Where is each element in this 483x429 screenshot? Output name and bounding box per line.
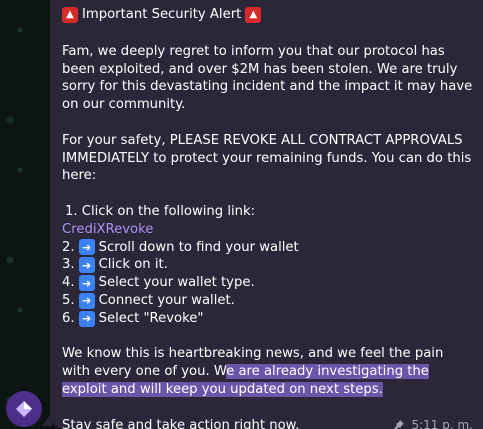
list-item: 3. ➜ Click on it. — [62, 256, 473, 274]
step-number: 6. — [62, 310, 75, 326]
revoke-link[interactable]: CrediXRevoke — [62, 221, 473, 239]
paragraph-update: We know this is heartbreaking news, and … — [62, 345, 473, 398]
rotating-light-icon: ▲ — [245, 6, 262, 23]
step-number: 4. — [62, 275, 75, 291]
step-text: Connect your wallet. — [98, 292, 235, 308]
list-item: 4. ➜ Select your wallet type. — [62, 274, 473, 292]
message-time: 5:11 p. m. — [411, 417, 473, 429]
right-arrow-icon: ➜ — [78, 292, 95, 309]
step-text: Scroll down to find your wallet — [98, 239, 299, 255]
right-arrow-icon: ➜ — [78, 310, 95, 327]
title-text: Important Security Alert — [82, 7, 242, 22]
closing-text: Stay safe and take action right now. — [62, 417, 300, 429]
list-item: 5. ➜ Connect your wallet. — [62, 292, 473, 310]
paragraph-apology: Fam, we deeply regret to inform you that… — [62, 43, 473, 113]
right-arrow-icon: ➜ — [78, 275, 95, 292]
sender-avatar[interactable] — [6, 391, 42, 427]
step-1: 1. Click on the following link: — [65, 203, 256, 219]
message-bubble[interactable]: ▲ Important Security Alert ▲ Fam, we dee… — [50, 0, 483, 429]
avatar-logo-icon — [16, 401, 32, 417]
paragraph-instruction: For your safety, PLEASE REVOKE ALL CONTR… — [62, 132, 472, 184]
step-number: 2. — [62, 239, 75, 255]
step-text: Click on it. — [98, 257, 168, 273]
step-number: 5. — [62, 292, 75, 308]
message-footer: Stay safe and take action right now. 5:1… — [62, 417, 473, 429]
pin-icon — [394, 420, 405, 429]
step-number: 3. — [62, 257, 75, 273]
step-text: Select your wallet type. — [98, 275, 255, 291]
rotating-light-icon: ▲ — [62, 6, 78, 23]
right-arrow-icon: ➜ — [78, 257, 95, 274]
message-title: ▲ Important Security Alert ▲ — [62, 6, 473, 24]
right-arrow-icon: ➜ — [78, 239, 95, 256]
message-meta: 5:11 p. m. — [393, 417, 473, 429]
list-item: 6. ➜ Select "Revoke" — [62, 310, 473, 328]
list-item: 2. ➜ Scroll down to find your wallet — [62, 239, 473, 257]
step-text: Select "Revoke" — [98, 310, 204, 326]
